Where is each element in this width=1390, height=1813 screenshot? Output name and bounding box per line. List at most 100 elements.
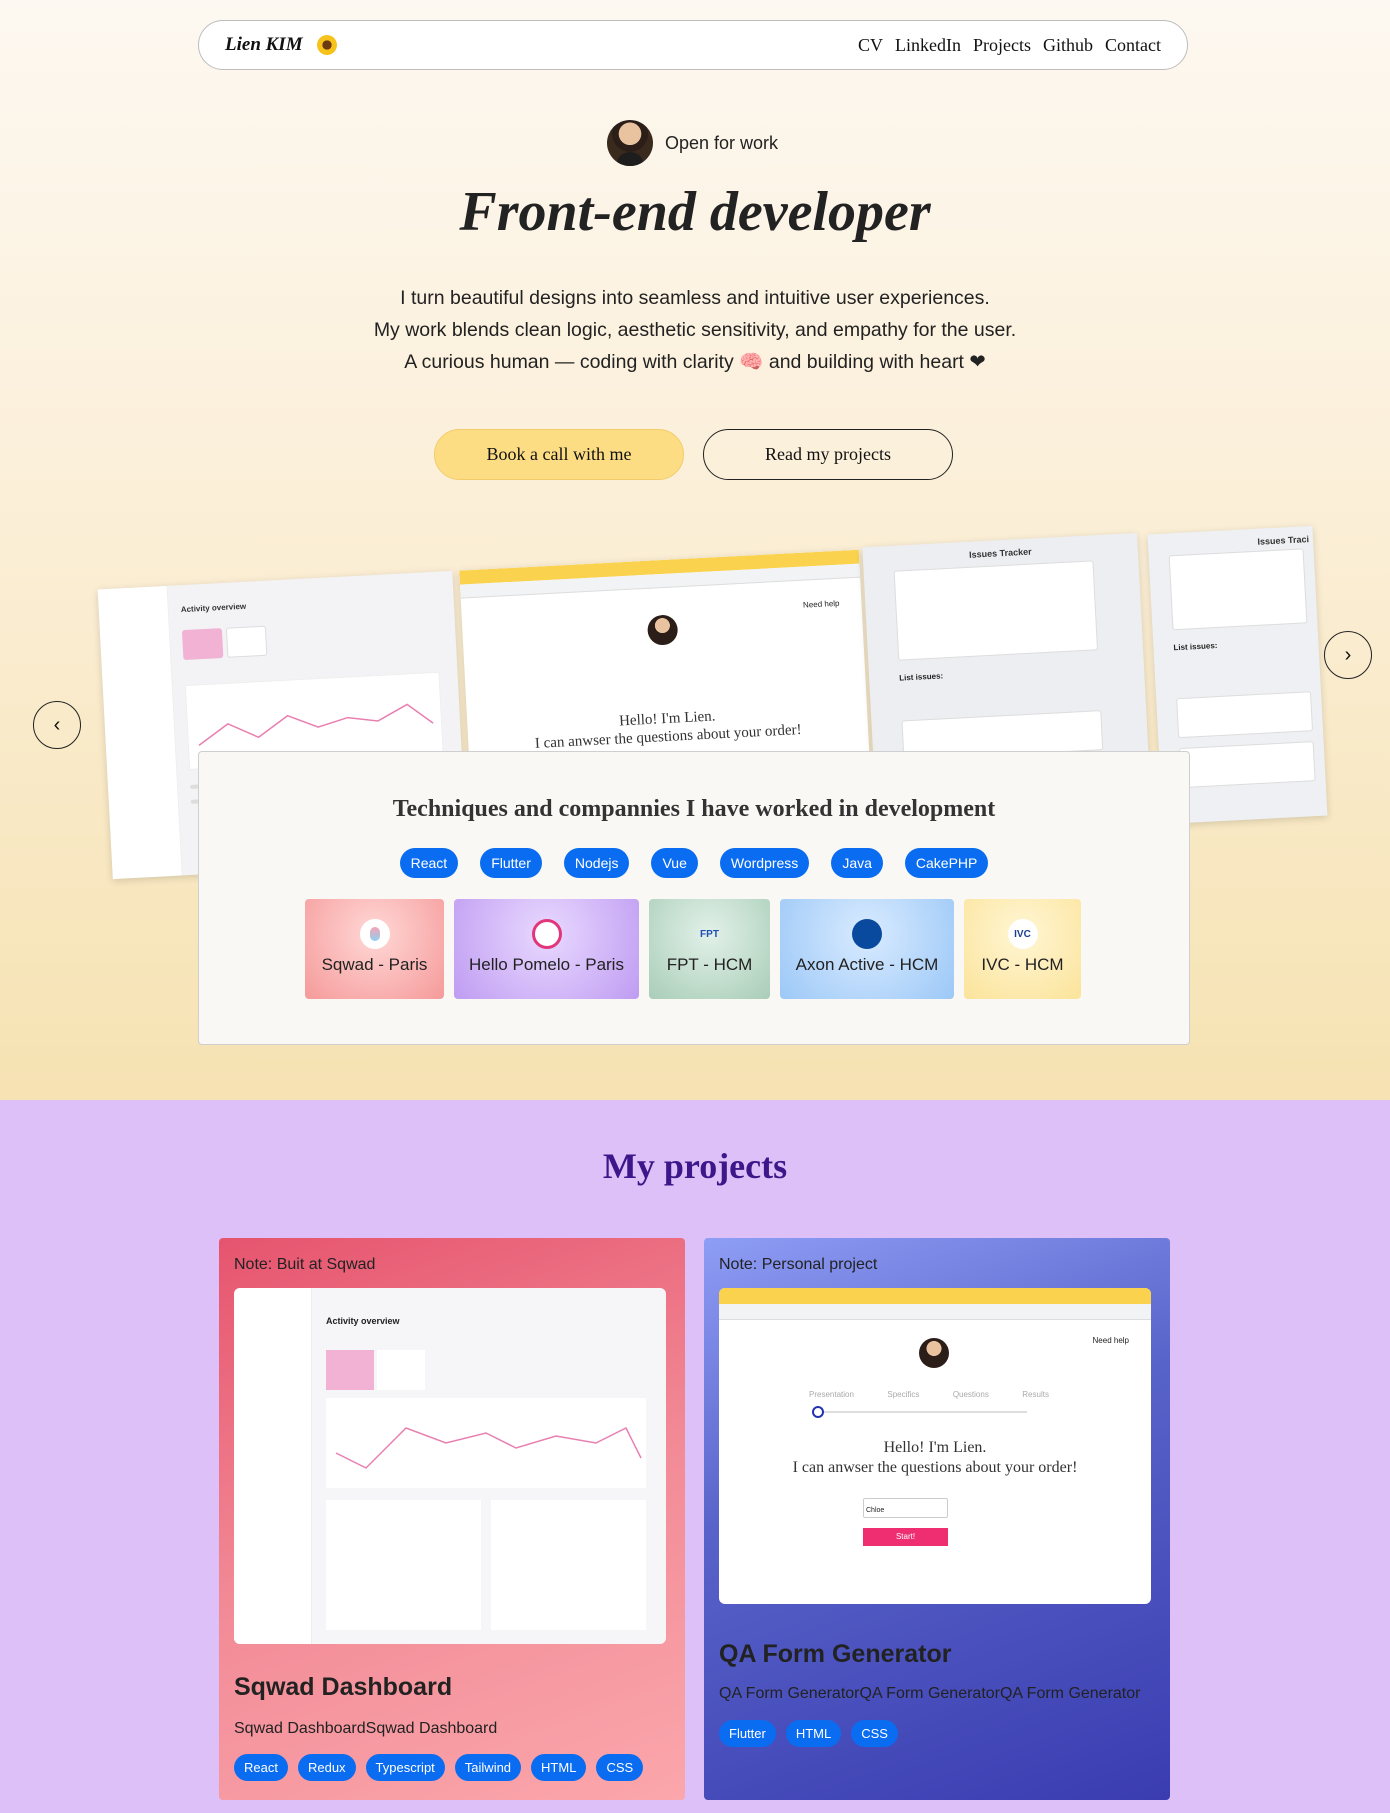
mock-chart — [326, 1398, 646, 1488]
qa-step: Presentation — [809, 1390, 854, 1399]
project-card-sqwad[interactable]: Note: Buit at Sqwad Activity overview Sq… — [219, 1238, 685, 1800]
sunflower-icon — [316, 35, 337, 55]
nav-link-contact[interactable]: Contact — [1105, 35, 1161, 56]
project-card-qa-form[interactable]: Note: Personal project Need help Present… — [704, 1238, 1170, 1800]
slide-caption: Hello! I'm Lien. I can anwser the questi… — [467, 699, 868, 756]
company-card-hello-pomelo: Hello Pomelo - Paris — [454, 899, 639, 999]
tech-tag: CakePHP — [904, 848, 989, 878]
avatar — [646, 614, 679, 646]
open-for-work: Open for work — [607, 120, 778, 166]
slide-sub: List issues: — [1173, 641, 1218, 653]
qa-greeting-line-2: I can anwser the questions about your or… — [792, 1459, 1078, 1476]
qa-name-input: Chloe — [863, 1498, 948, 1518]
mock-sidebar — [97, 585, 183, 880]
project-tag: Redux — [297, 1754, 356, 1781]
read-projects-button[interactable]: Read my projects — [703, 429, 953, 480]
nav-link-projects[interactable]: Projects — [973, 35, 1031, 56]
nav-link-linkedin[interactable]: LinkedIn — [895, 35, 961, 56]
mock-heading: Activity overview — [326, 1316, 400, 1326]
top-nav: Lien KIM CV LinkedIn Projects Github Con… — [198, 20, 1188, 70]
avatar — [919, 1338, 949, 1368]
status-text: Open for work — [665, 132, 779, 153]
mock-form — [1168, 548, 1308, 631]
need-help-text: Need help — [802, 598, 840, 610]
project-tag: Flutter — [719, 1720, 776, 1747]
mock-sidebar — [234, 1288, 312, 1644]
project-tag: HTML — [531, 1754, 587, 1781]
qa-progress-dot — [812, 1406, 824, 1418]
project-tags: React Redux Typescript Tailwind HTML CSS — [234, 1754, 644, 1781]
slide-caption: Activity overview — [180, 601, 247, 615]
tech-tag: Flutter — [480, 848, 542, 878]
mock-issue — [1176, 691, 1314, 739]
mock-card — [326, 1350, 374, 1390]
qa-greeting-line-1: Hello! I'm Lien. — [883, 1439, 987, 1456]
company-name: IVC - HCM — [981, 955, 1064, 974]
nav-link-cv[interactable]: CV — [858, 35, 883, 56]
project-title: Sqwad Dashboard — [234, 1673, 453, 1701]
mock-table — [491, 1500, 646, 1630]
intro-line-1: I turn beautiful designs into seamless a… — [400, 287, 990, 309]
company-card-fpt: FPT FPT - HCM — [649, 899, 770, 999]
qa-step: Results — [1022, 1390, 1049, 1399]
carousel-prev-button[interactable]: ‹ — [33, 701, 81, 749]
slide-caption: Issues Traci — [1257, 534, 1310, 547]
brand-name: Lien KIM — [225, 34, 303, 55]
project-title: QA Form Generator — [719, 1640, 952, 1668]
tech-tag: Java — [831, 848, 883, 878]
company-name: Hello Pomelo - Paris — [469, 955, 624, 974]
techniques-panel: Techniques and compannies I have worked … — [198, 751, 1190, 1045]
intro-line-2: My work blends clean logic, aesthetic se… — [373, 319, 1017, 341]
qa-steps: Presentation Specifics Questions Results — [809, 1390, 1049, 1399]
pomelo-logo-icon — [531, 919, 562, 949]
project-screenshot: Need help Presentation Specifics Questio… — [719, 1288, 1151, 1604]
page-title: Front-end developer — [459, 181, 931, 243]
need-help-text: Need help — [1092, 1336, 1129, 1345]
project-tags: Flutter HTML CSS — [719, 1720, 898, 1747]
qa-step: Specifics — [887, 1390, 920, 1399]
slide-sub: List issues: — [898, 671, 944, 683]
project-description: Sqwad DashboardSqwad Dashboard — [234, 1720, 498, 1737]
carousel-next-button[interactable]: › — [1324, 631, 1372, 679]
project-tag: CSS — [596, 1754, 644, 1781]
company-name: FPT - HCM — [666, 955, 753, 974]
mock-card — [181, 628, 224, 661]
browser-url — [719, 1304, 1151, 1320]
mock-issue — [1178, 741, 1316, 789]
tech-tag: React — [399, 848, 459, 878]
project-screenshot: Activity overview — [234, 1288, 666, 1644]
ivc-logo-icon: IVC — [1007, 919, 1038, 949]
brand[interactable]: Lien KIM — [225, 34, 337, 56]
mock-card — [225, 625, 268, 658]
fpt-logo-icon: FPT — [700, 928, 719, 940]
company-card-sqwad: Sqwad - Paris — [305, 899, 444, 999]
browser-bar — [719, 1288, 1151, 1304]
mock-form — [893, 560, 1099, 661]
tech-tag: Vue — [651, 848, 698, 878]
mock-table — [326, 1500, 481, 1630]
company-name: Sqwad - Paris — [321, 955, 428, 974]
slide-caption: Issues Tracker — [968, 546, 1032, 560]
techniques-title: Techniques and compannies I have worked … — [392, 796, 996, 822]
book-call-button[interactable]: Book a call with me — [434, 429, 684, 480]
company-name: Axon Active - HCM — [795, 955, 939, 974]
tech-tag: Nodejs — [563, 848, 630, 878]
companies: Sqwad - Paris Hello Pomelo - Paris FPT F… — [305, 899, 1081, 999]
project-note: Note: Buit at Sqwad — [234, 1256, 376, 1273]
project-tag: HTML — [785, 1720, 842, 1747]
tech-tags: React Flutter Nodejs Vue Wordpress Java … — [199, 848, 1189, 878]
axon-logo-icon — [852, 919, 882, 949]
nav-link-github[interactable]: Github — [1043, 35, 1093, 56]
project-note: Note: Personal project — [719, 1256, 878, 1273]
project-tag: Typescript — [365, 1754, 445, 1781]
project-tag: React — [234, 1754, 288, 1781]
company-card-ivc: IVC IVC - HCM — [964, 899, 1081, 999]
intro-line-3: A curious human — coding with clarity 🧠 … — [404, 351, 986, 373]
qa-greeting: Hello! I'm Lien. I can anwser the questi… — [719, 1438, 1151, 1478]
qa-step: Questions — [952, 1390, 989, 1399]
company-card-axon-active: Axon Active - HCM — [780, 899, 954, 999]
tech-tag: Wordpress — [719, 848, 810, 878]
nav-links: CV LinkedIn Projects Github Contact — [858, 35, 1161, 56]
project-description: QA Form GeneratorQA Form GeneratorQA For… — [719, 1685, 1141, 1702]
qa-start-button: Start! — [863, 1528, 948, 1546]
